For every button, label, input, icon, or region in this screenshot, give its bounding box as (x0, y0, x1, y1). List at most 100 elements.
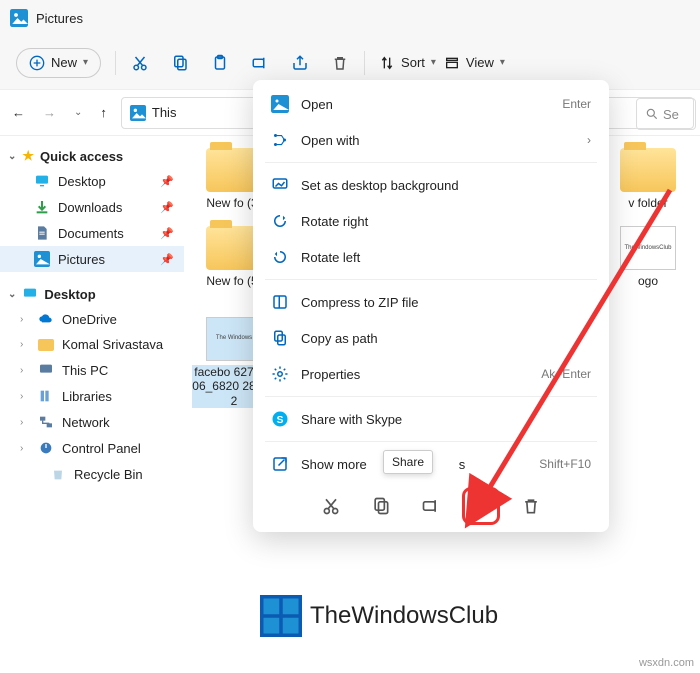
sidebar-item-libraries[interactable]: ›Libraries (0, 383, 184, 409)
sidebar-item-recyclebin[interactable]: Recycle Bin (0, 461, 184, 487)
view-icon (444, 55, 460, 71)
ctx-label: Compress to ZIP file (301, 295, 419, 310)
ctx-shortcut: Ak+Enter (541, 367, 591, 381)
back-button[interactable]: ← (12, 105, 25, 120)
sidebar-item-label: Documents (58, 226, 124, 241)
rename-icon (421, 496, 441, 516)
paste-icon (211, 54, 229, 72)
delete-button[interactable] (330, 53, 350, 73)
ctx-label: Rotate right (301, 214, 368, 229)
new-button[interactable]: New ▾ (16, 48, 101, 78)
chevron-right-icon: › (20, 339, 23, 350)
picture-icon (271, 95, 289, 113)
ctx-rotateright[interactable]: Rotate right (253, 203, 609, 239)
copy-button[interactable] (170, 53, 190, 73)
ctx-delete-button[interactable] (517, 492, 545, 520)
cut-icon (321, 496, 341, 516)
cut-icon (131, 54, 149, 72)
chevron-right-icon: › (587, 133, 591, 147)
sidebar-item-downloads[interactable]: Downloads📌 (0, 194, 184, 220)
ctx-label-tail: s (459, 457, 466, 472)
rename-icon (251, 54, 269, 72)
sidebar-item-user[interactable]: › Komal Srivastava (0, 332, 184, 357)
cut-button[interactable] (130, 53, 150, 73)
sidebar-item-pictures[interactable]: Pictures📌 (0, 246, 184, 272)
share-icon (471, 496, 491, 516)
sidebar-item-controlpanel[interactable]: ›Control Panel (0, 435, 184, 461)
trash-icon (521, 496, 541, 516)
pictures-app-icon (10, 9, 28, 27)
share-tooltip: Share (383, 450, 433, 474)
ctx-zip[interactable]: Compress to ZIP file (253, 284, 609, 320)
ctx-label: Share with Skype (301, 412, 402, 427)
quick-access-header[interactable]: ⌄ ★ Quick access (0, 144, 184, 168)
sidebar-item-label: Komal Srivastava (62, 337, 163, 352)
forward-button[interactable]: → (43, 105, 56, 120)
ctx-rename-button[interactable] (417, 492, 445, 520)
clipboard-group (130, 53, 350, 73)
share-icon (291, 54, 309, 72)
ctx-rotateleft[interactable]: Rotate left (253, 239, 609, 275)
sidebar-item-label: Recycle Bin (74, 467, 143, 482)
sort-icon (379, 55, 395, 71)
nav-arrows: ← → ⌄ ↑ (12, 105, 107, 120)
search-placeholder: Se (663, 107, 679, 122)
sidebar-item-label: Network (62, 415, 110, 430)
rotate-left-icon (271, 248, 289, 266)
chevron-right-icon: › (20, 443, 23, 454)
up-button[interactable]: ↑ (100, 105, 107, 120)
ctx-properties[interactable]: PropertiesAk+Enter (253, 356, 609, 392)
search-box[interactable]: Se (636, 98, 696, 130)
folder-item[interactable]: v folder (606, 148, 690, 210)
sidebar-item-thispc[interactable]: ›This PC (0, 357, 184, 383)
separator (265, 441, 597, 442)
image-item[interactable]: TheWindowsClubogo (606, 226, 690, 288)
pin-icon: 📌 (160, 227, 174, 240)
sidebar-item-label: Pictures (58, 252, 105, 267)
ctx-label: Rotate left (301, 250, 360, 265)
view-button[interactable]: View ▾ (444, 55, 505, 71)
ctx-cut-button[interactable] (317, 492, 345, 520)
ctx-showmore[interactable]: Show more Share s Shift+F10 (253, 446, 609, 482)
ctx-label: Show more (301, 457, 367, 472)
ctx-copypath[interactable]: Copy as path (253, 320, 609, 356)
search-icon (645, 107, 659, 121)
rename-button[interactable] (250, 53, 270, 73)
watermark: wsxdn.com (639, 657, 694, 669)
new-label: New (51, 55, 77, 70)
history-dropdown[interactable]: ⌄ (74, 107, 82, 118)
desktop-icon (22, 286, 38, 302)
image-thumbnail: TheWindowsClub (620, 226, 676, 270)
copy-icon (371, 496, 391, 516)
ctx-action-row (253, 482, 609, 526)
share-button[interactable] (290, 53, 310, 73)
desktop-header[interactable]: ⌄ Desktop (0, 282, 184, 306)
separator (364, 51, 365, 75)
paste-button[interactable] (210, 53, 230, 73)
ctx-label: Set as desktop background (301, 178, 459, 193)
sidebar-item-label: Desktop (58, 174, 106, 189)
chevron-right-icon: › (20, 417, 23, 428)
file-name: v folder (606, 196, 690, 210)
ctx-skype[interactable]: S Share with Skype (253, 401, 609, 437)
cloud-icon (38, 311, 54, 327)
ctx-shortcut: Shift+F10 (539, 457, 591, 471)
svg-text:S: S (276, 414, 283, 426)
separator (265, 279, 597, 280)
desktop-label: Desktop (44, 287, 95, 302)
breadcrumb-root[interactable]: This (152, 105, 177, 120)
ctx-share-button[interactable] (467, 492, 495, 520)
ctx-setbg[interactable]: Set as desktop background (253, 167, 609, 203)
ctx-open[interactable]: OpenEnter (253, 86, 609, 122)
ctx-openwith[interactable]: Open with› (253, 122, 609, 158)
separator (265, 162, 597, 163)
sidebar-item-onedrive[interactable]: ›OneDrive (0, 306, 184, 332)
sidebar-item-desktop[interactable]: Desktop📌 (0, 168, 184, 194)
sidebar-item-label: This PC (62, 363, 108, 378)
sidebar-item-network[interactable]: › Network (0, 409, 184, 435)
sidebar-item-documents[interactable]: Documents 📌 (0, 220, 184, 246)
zip-icon (271, 293, 289, 311)
sort-button[interactable]: Sort ▾ (379, 55, 436, 71)
ctx-copy-button[interactable] (367, 492, 395, 520)
context-menu: OpenEnter Open with› Set as desktop back… (253, 80, 609, 532)
